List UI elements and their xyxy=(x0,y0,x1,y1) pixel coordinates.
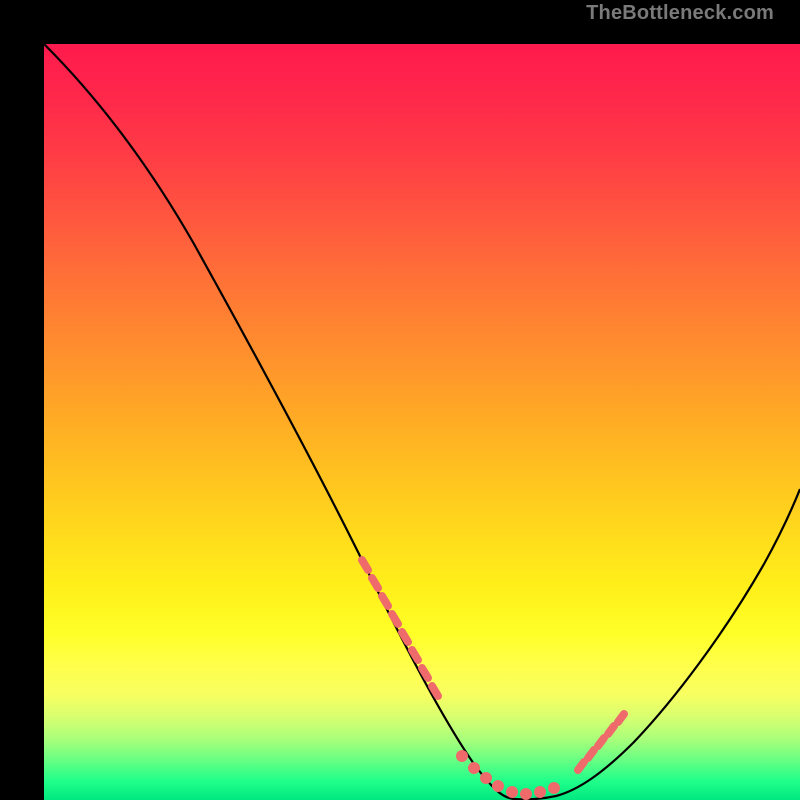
chart-frame xyxy=(0,0,800,800)
plot-area xyxy=(44,44,800,800)
marker-cluster-bottom xyxy=(456,750,560,800)
bottleneck-curve-svg xyxy=(44,44,800,800)
marker-cluster-right xyxy=(578,714,624,770)
bottleneck-curve xyxy=(44,44,800,799)
watermark-text: TheBottleneck.com xyxy=(586,2,774,25)
marker-cluster-left xyxy=(362,560,438,696)
